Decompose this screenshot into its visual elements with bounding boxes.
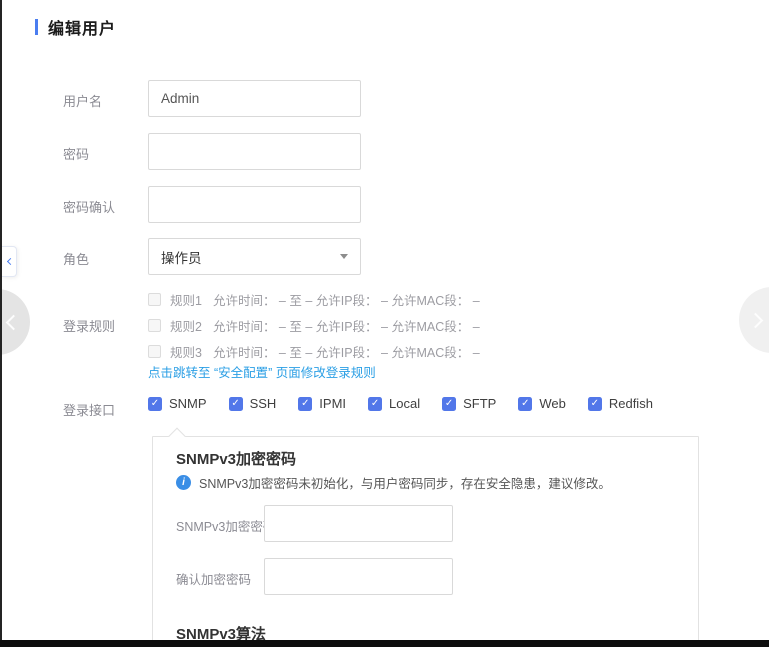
login-rule-row-2: 规则2 允许时间： – 至 – 允许IP段： – 允许MAC段： – — [148, 316, 480, 334]
local-checkbox[interactable]: ✓ — [368, 397, 382, 411]
snmp-checkbox[interactable]: ✓ — [148, 397, 162, 411]
check-icon: ✓ — [151, 399, 159, 409]
ipmi-checkbox[interactable]: ✓ — [298, 397, 312, 411]
login-interfaces-label: 登录接口 — [63, 400, 115, 419]
carousel-prev-button[interactable] — [0, 289, 30, 355]
chevron-left-icon — [6, 314, 22, 330]
sidebar-collapse-tab[interactable] — [2, 246, 17, 277]
web-checkbox[interactable]: ✓ — [518, 397, 532, 411]
chevron-down-icon — [340, 254, 348, 259]
interface-option-local[interactable]: ✓ Local — [368, 396, 420, 411]
interface-option-web[interactable]: ✓ Web — [518, 396, 566, 411]
rule2-name: 规则2 — [170, 316, 202, 335]
sftp-checkbox[interactable]: ✓ — [442, 397, 456, 411]
password-confirm-input[interactable] — [148, 186, 361, 223]
role-select[interactable]: 操作员 — [148, 238, 361, 275]
login-rules-label: 登录规则 — [63, 316, 115, 335]
check-icon: ✓ — [371, 399, 379, 409]
password-input[interactable] — [148, 133, 361, 170]
check-icon: ✓ — [445, 399, 453, 409]
role-label: 角色 — [63, 249, 89, 268]
rule3-name: 规则3 — [170, 342, 202, 361]
login-interfaces-row: ✓ SNMP ✓ SSH ✓ IPMI ✓ Local ✓ SFTP ✓ Web… — [148, 396, 653, 411]
interface-option-sftp[interactable]: ✓ SFTP — [442, 396, 496, 411]
interface-option-snmp[interactable]: ✓ SNMP — [148, 396, 207, 411]
rule2-checkbox[interactable] — [148, 319, 161, 332]
rule3-checkbox[interactable] — [148, 345, 161, 358]
edit-user-page: 编辑用户 用户名 密码 密码确认 角色 操作员 登录规则 规则1 允许时间： –… — [0, 0, 769, 647]
username-row: 用户名 — [0, 80, 769, 117]
rule1-detail: 允许时间： – 至 – 允许IP段： – 允许MAC段： – — [213, 290, 480, 309]
snmpv3-password-input[interactable] — [264, 505, 453, 542]
redfish-checkbox[interactable]: ✓ — [588, 397, 602, 411]
snmpv3-notice: i SNMPv3加密密码未初始化，与用户密码同步，存在安全隐患，建议修改。 — [176, 473, 611, 492]
role-row: 角色 操作员 — [0, 238, 769, 275]
username-label: 用户名 — [63, 91, 102, 110]
chevron-right-icon — [748, 312, 764, 328]
login-rule-row-1: 规则1 允许时间： – 至 – 允许IP段： – 允许MAC段： – — [148, 290, 480, 308]
check-icon: ✓ — [301, 399, 309, 409]
window-bottom-bar — [0, 640, 769, 647]
check-icon: ✓ — [231, 399, 239, 409]
password-row: 密码 — [0, 133, 769, 170]
snmpv3-confirm-label: 确认加密密码 — [176, 569, 251, 588]
title-accent-bar — [35, 19, 38, 35]
interface-option-ipmi[interactable]: ✓ IPMI — [298, 396, 346, 411]
interface-option-ssh[interactable]: ✓ SSH — [229, 396, 277, 411]
ssh-checkbox[interactable]: ✓ — [229, 397, 243, 411]
snmpv3-password-label: SNMPv3加密密码 — [176, 516, 275, 535]
snmpv3-panel: SNMPv3加密密码 i SNMPv3加密密码未初始化，与用户密码同步，存在安全… — [152, 436, 699, 647]
snmpv3-confirm-input[interactable] — [264, 558, 453, 595]
security-config-link[interactable]: 点击跳转至 “安全配置” 页面修改登录规则 — [148, 362, 376, 381]
rule1-name: 规则1 — [170, 290, 202, 309]
carousel-next-button[interactable] — [739, 287, 769, 353]
rule2-detail: 允许时间： – 至 – 允许IP段： – 允许MAC段： – — [213, 316, 480, 335]
login-rule-row-3: 规则3 允许时间： – 至 – 允许IP段： – 允许MAC段： – — [148, 342, 480, 360]
page-header: 编辑用户 — [35, 15, 116, 39]
rule1-checkbox[interactable] — [148, 293, 161, 306]
rule3-detail: 允许时间： – 至 – 允许IP段： – 允许MAC段： – — [213, 342, 480, 361]
username-input[interactable] — [148, 80, 361, 117]
window-left-border — [0, 0, 2, 647]
password-confirm-row: 密码确认 — [0, 186, 769, 223]
role-selected-value: 操作员 — [161, 247, 202, 267]
password-label: 密码 — [63, 144, 89, 163]
snmpv3-notice-text: SNMPv3加密密码未初始化，与用户密码同步，存在安全隐患，建议修改。 — [199, 473, 611, 492]
chevron-left-icon — [6, 258, 13, 265]
page-title: 编辑用户 — [48, 15, 116, 39]
password-confirm-label: 密码确认 — [63, 197, 115, 216]
interface-option-redfish[interactable]: ✓ Redfish — [588, 396, 653, 411]
info-icon: i — [176, 475, 191, 490]
check-icon: ✓ — [591, 399, 599, 409]
popover-caret — [169, 428, 186, 445]
snmpv3-panel-title: SNMPv3加密密码 — [176, 448, 296, 469]
check-icon: ✓ — [521, 399, 529, 409]
